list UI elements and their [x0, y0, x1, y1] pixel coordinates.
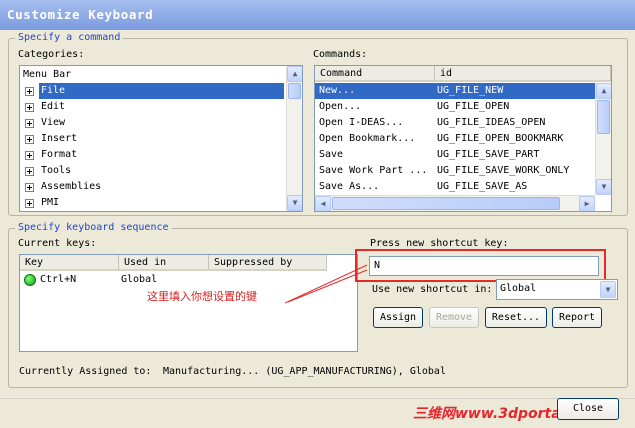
- tree-item-label: View: [41, 117, 66, 128]
- command-id: UG_FILE_SAVE_PART: [437, 149, 540, 160]
- categories-label: Categories:: [18, 49, 85, 60]
- expand-plus-icon[interactable]: [25, 151, 34, 160]
- scroll-up-icon[interactable]: ▲: [287, 66, 302, 82]
- scroll-left-icon[interactable]: ◀: [315, 196, 331, 211]
- command-id: UG_FILE_IDEAS_OPEN: [437, 117, 546, 128]
- tree-item-label: Assemblies: [41, 181, 102, 192]
- command-row[interactable]: Open Bookmark... UG_FILE_OPEN_BOOKMARK: [315, 131, 595, 147]
- categories-tree[interactable]: Menu Bar File Edit View Insert Format Tools As…: [19, 65, 303, 212]
- expand-plus-icon[interactable]: [25, 103, 34, 112]
- command-name: Save Work Part ...: [319, 165, 428, 176]
- command-name: Open Bookmark...: [319, 133, 416, 144]
- column-header-key[interactable]: Key: [20, 255, 119, 271]
- use-in-label: Use new shortcut in:: [372, 284, 493, 295]
- scroll-down-icon[interactable]: ▼: [287, 195, 302, 211]
- commands-horizontal-scrollbar[interactable]: ◀ ▶: [315, 195, 595, 211]
- scroll-down-icon[interactable]: ▼: [596, 179, 611, 195]
- scrollbar-thumb[interactable]: [288, 83, 301, 99]
- command-name: Save As...: [319, 181, 380, 192]
- command-group-legend: Specify a command: [15, 32, 124, 43]
- expand-plus-icon[interactable]: [25, 199, 34, 208]
- tree-item-insert[interactable]: Insert: [20, 131, 286, 147]
- command-id: UG_FILE_OPEN_BOOKMARK: [437, 133, 564, 144]
- currently-assigned-value: Manufacturing... (UG_APP_MANUFACTURING),…: [163, 366, 446, 377]
- scroll-up-icon[interactable]: ▲: [596, 83, 611, 99]
- window-title-bar: Customize Keyboard: [0, 0, 635, 30]
- assign-button[interactable]: Assign: [373, 307, 423, 328]
- use-in-value: Global: [500, 283, 537, 294]
- scrollbar-thumb[interactable]: [597, 100, 610, 134]
- tree-item-label: Edit: [41, 101, 66, 112]
- reset-button[interactable]: Reset...: [485, 307, 547, 328]
- tree-item-file[interactable]: File: [20, 83, 286, 99]
- command-row[interactable]: Save UG_FILE_SAVE_PART: [315, 147, 595, 163]
- expand-plus-icon[interactable]: [25, 135, 34, 144]
- current-key-used-in: Global: [121, 274, 158, 285]
- command-row[interactable]: Open... UG_FILE_OPEN: [315, 99, 595, 115]
- expand-plus-icon[interactable]: [25, 167, 34, 176]
- current-key-value: Ctrl+N: [40, 274, 77, 285]
- categories-vertical-scrollbar[interactable]: ▲ ▼: [286, 66, 302, 211]
- report-button[interactable]: Report: [552, 307, 602, 328]
- command-row[interactable]: Save Work Part ... UG_FILE_SAVE_WORK_ONLY: [315, 163, 595, 179]
- tree-item-label: Tools: [41, 165, 72, 176]
- command-row[interactable]: New... UG_FILE_NEW: [315, 83, 595, 99]
- command-name: Open...: [319, 101, 362, 112]
- current-keys-label: Current keys:: [18, 238, 97, 249]
- use-in-dropdown[interactable]: Global ▼: [496, 279, 618, 300]
- keyboard-group-legend: Specify keyboard sequence: [15, 222, 172, 233]
- tree-item-label: File: [39, 83, 284, 99]
- command-row[interactable]: Save As... UG_FILE_SAVE_AS: [315, 179, 595, 195]
- command-name: Open I-DEAS...: [319, 117, 404, 128]
- currently-assigned-label: Currently Assigned to:: [19, 366, 152, 377]
- tree-item-pmi[interactable]: PMI: [20, 195, 286, 211]
- command-id: UG_FILE_SAVE_AS: [437, 181, 528, 192]
- command-id: UG_FILE_SAVE_WORK_ONLY: [437, 165, 570, 176]
- tree-item-label: Format: [41, 149, 78, 160]
- tree-item-tools[interactable]: Tools: [20, 163, 286, 179]
- annotation-text: 这里填入你想设置的键: [147, 290, 257, 303]
- tree-item-view[interactable]: View: [20, 115, 286, 131]
- press-shortcut-label: Press new shortcut key:: [370, 238, 509, 249]
- commands-list[interactable]: Command id New... UG_FILE_NEW Open... UG_FI…: [314, 65, 612, 212]
- command-name: Save: [319, 149, 344, 160]
- command-id: UG_FILE_OPEN: [437, 101, 510, 112]
- expand-plus-icon[interactable]: [25, 119, 34, 128]
- column-header-id[interactable]: id: [435, 66, 611, 82]
- scrollbar-thumb[interactable]: [332, 197, 560, 210]
- annotation-arrow: [285, 264, 368, 304]
- key-status-icon: [24, 274, 36, 286]
- command-id: UG_FILE_NEW: [437, 85, 504, 96]
- window-title: Customize Keyboard: [7, 7, 154, 22]
- highlight-box: [355, 249, 606, 282]
- commands-label: Commands:: [313, 49, 368, 60]
- expand-plus-icon[interactable]: [25, 183, 34, 192]
- tree-root[interactable]: Menu Bar: [23, 67, 71, 83]
- column-header-used-in[interactable]: Used in: [119, 255, 209, 271]
- tree-item-format[interactable]: Format: [20, 147, 286, 163]
- command-name: New...: [319, 85, 356, 96]
- command-row[interactable]: Open I-DEAS... UG_FILE_IDEAS_OPEN: [315, 115, 595, 131]
- tree-item-label: PMI: [41, 197, 60, 208]
- tree-item-assemblies[interactable]: Assemblies: [20, 179, 286, 195]
- commands-vertical-scrollbar[interactable]: ▲ ▼: [595, 83, 611, 195]
- column-header-command[interactable]: Command: [315, 66, 435, 82]
- scroll-right-icon[interactable]: ▶: [579, 196, 595, 211]
- close-button[interactable]: Close: [557, 398, 619, 420]
- tree-item-label: Insert: [41, 133, 78, 144]
- remove-button: Remove: [429, 307, 479, 328]
- tree-item-edit[interactable]: Edit: [20, 99, 286, 115]
- expand-plus-icon[interactable]: [25, 87, 34, 96]
- chevron-down-icon[interactable]: ▼: [600, 281, 616, 298]
- tree-root-label: Menu Bar: [23, 69, 72, 80]
